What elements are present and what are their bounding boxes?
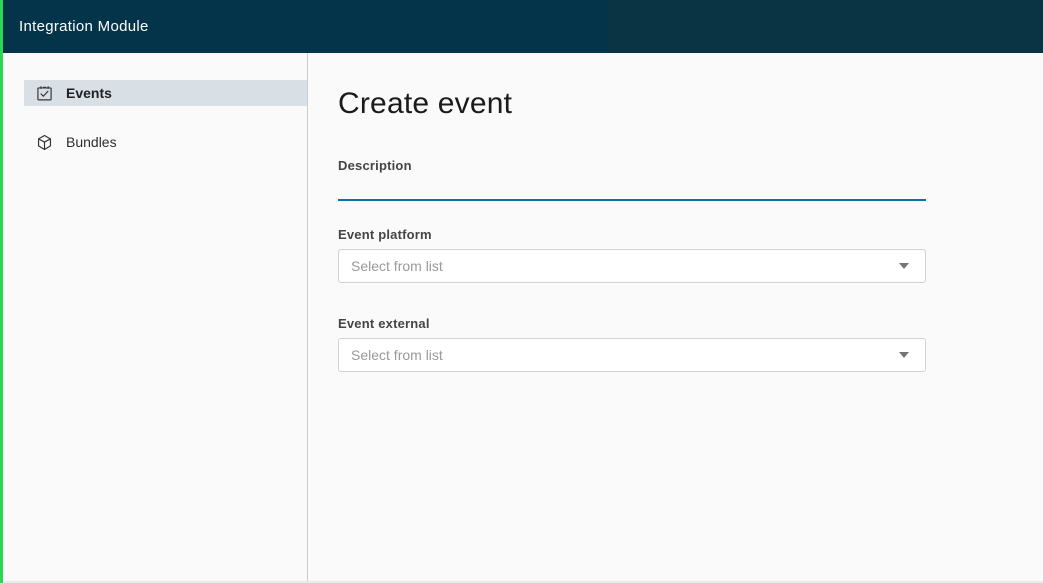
app-title: Integration Module — [19, 18, 149, 35]
sidebar-item-label: Bundles — [66, 134, 117, 150]
accent-green-bar — [0, 0, 3, 583]
select-placeholder: Select from list — [351, 258, 443, 274]
description-input[interactable] — [338, 175, 926, 201]
event-external-select[interactable]: Select from list — [338, 338, 926, 372]
select-placeholder: Select from list — [351, 347, 443, 363]
chevron-down-icon — [899, 352, 909, 358]
event-platform-select[interactable]: Select from list — [338, 249, 926, 283]
description-field-group: Description — [338, 158, 926, 201]
event-external-label: Event external — [338, 316, 926, 331]
cube-icon — [35, 133, 53, 151]
event-platform-field-group: Event platform Select from list — [338, 227, 926, 283]
event-external-field-group: Event external Select from list — [338, 316, 926, 372]
sidebar: Events Bundles — [0, 53, 308, 583]
description-label: Description — [338, 158, 926, 173]
sidebar-item-events[interactable]: Events — [24, 80, 307, 106]
main-content: Create event Description Event platform … — [308, 53, 1043, 583]
app-header: Integration Module — [0, 0, 1043, 53]
create-event-form: Description Event platform Select from l… — [338, 158, 926, 372]
calendar-check-icon — [35, 84, 53, 102]
event-platform-label: Event platform — [338, 227, 926, 242]
sidebar-item-label: Events — [66, 85, 112, 101]
sidebar-item-bundles[interactable]: Bundles — [24, 129, 307, 155]
page-title: Create event — [338, 87, 1043, 121]
chevron-down-icon — [899, 263, 909, 269]
